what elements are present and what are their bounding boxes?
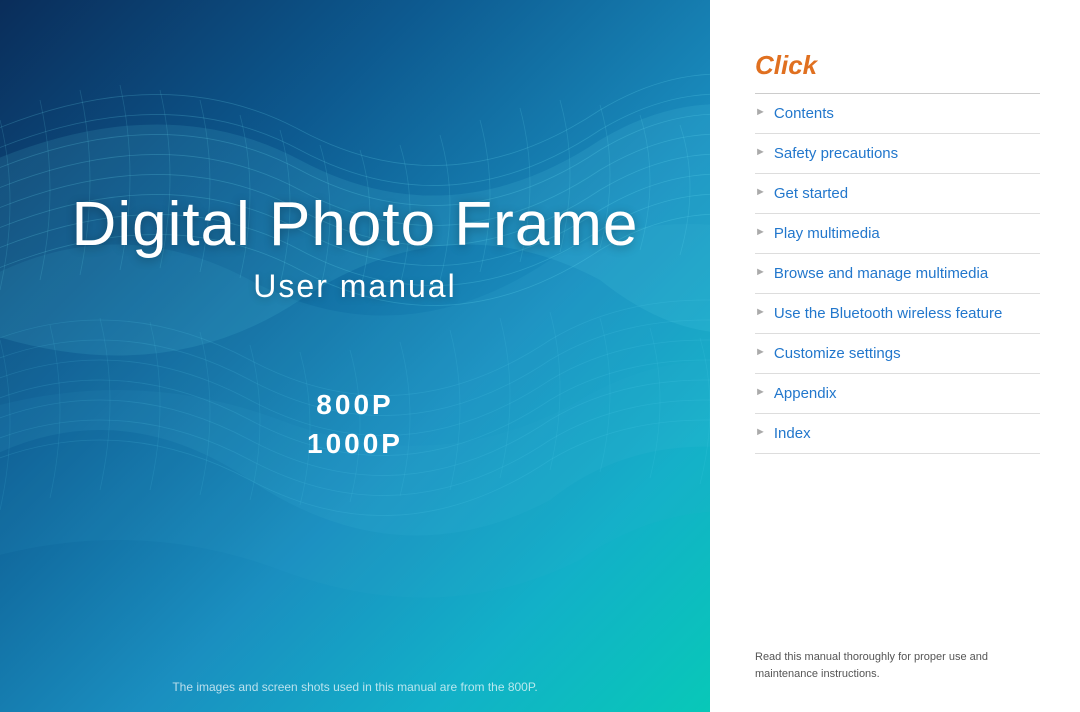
left-content: Digital Photo Frame User manual 800P 100… xyxy=(0,0,710,712)
product-title: Digital Photo Frame xyxy=(72,189,639,260)
chevron-right-icon: ► xyxy=(755,226,766,238)
nav-item-label: Browse and manage multimedia xyxy=(774,263,988,284)
nav-list: ► Contents ► Safety precautions ► Get started… xyxy=(755,94,1040,631)
nav-item-safety-precautions[interactable]: ► Safety precautions xyxy=(755,134,1040,174)
chevron-right-icon: ► xyxy=(755,146,766,158)
nav-item-label: Safety precautions xyxy=(774,143,898,164)
nav-item-label: Use the Bluetooth wireless feature xyxy=(774,303,1002,324)
nav-item-customize-settings[interactable]: ► Customize settings xyxy=(755,334,1040,374)
product-subtitle: User manual xyxy=(253,268,456,305)
nav-item-play-multimedia[interactable]: ► Play multimedia xyxy=(755,214,1040,254)
left-panel: Digital Photo Frame User manual 800P 100… xyxy=(0,0,710,712)
model-800p: 800P xyxy=(307,385,403,424)
chevron-right-icon: ► xyxy=(755,346,766,358)
right-panel: Click ► Contents ► Safety precautions ► Get s… xyxy=(710,0,1080,712)
bottom-caption: The images and screen shots used in this… xyxy=(0,680,710,694)
model-1000p: 1000P xyxy=(307,424,403,463)
nav-item-contents[interactable]: ► Contents xyxy=(755,94,1040,134)
model-numbers: 800P 1000P xyxy=(307,385,403,463)
chevron-right-icon: ► xyxy=(755,266,766,278)
chevron-right-icon: ► xyxy=(755,306,766,318)
click-label: Click xyxy=(755,50,1040,81)
nav-item-label: Customize settings xyxy=(774,343,901,364)
nav-item-index[interactable]: ► Index xyxy=(755,414,1040,454)
nav-item-get-started[interactable]: ► Get started xyxy=(755,174,1040,214)
nav-item-label: Get started xyxy=(774,183,848,204)
chevron-right-icon: ► xyxy=(755,186,766,198)
nav-item-label: Appendix xyxy=(774,383,837,404)
chevron-right-icon: ► xyxy=(755,386,766,398)
nav-item-label: Index xyxy=(774,423,811,444)
nav-item-appendix[interactable]: ► Appendix xyxy=(755,374,1040,414)
nav-item-label: Contents xyxy=(774,103,834,124)
nav-item-browse-manage[interactable]: ► Browse and manage multimedia xyxy=(755,254,1040,294)
chevron-right-icon: ► xyxy=(755,426,766,438)
chevron-right-icon: ► xyxy=(755,106,766,118)
nav-item-bluetooth[interactable]: ► Use the Bluetooth wireless feature xyxy=(755,294,1040,334)
nav-item-label: Play multimedia xyxy=(774,223,880,244)
manual-note: Read this manual thoroughly for proper u… xyxy=(755,649,1040,682)
